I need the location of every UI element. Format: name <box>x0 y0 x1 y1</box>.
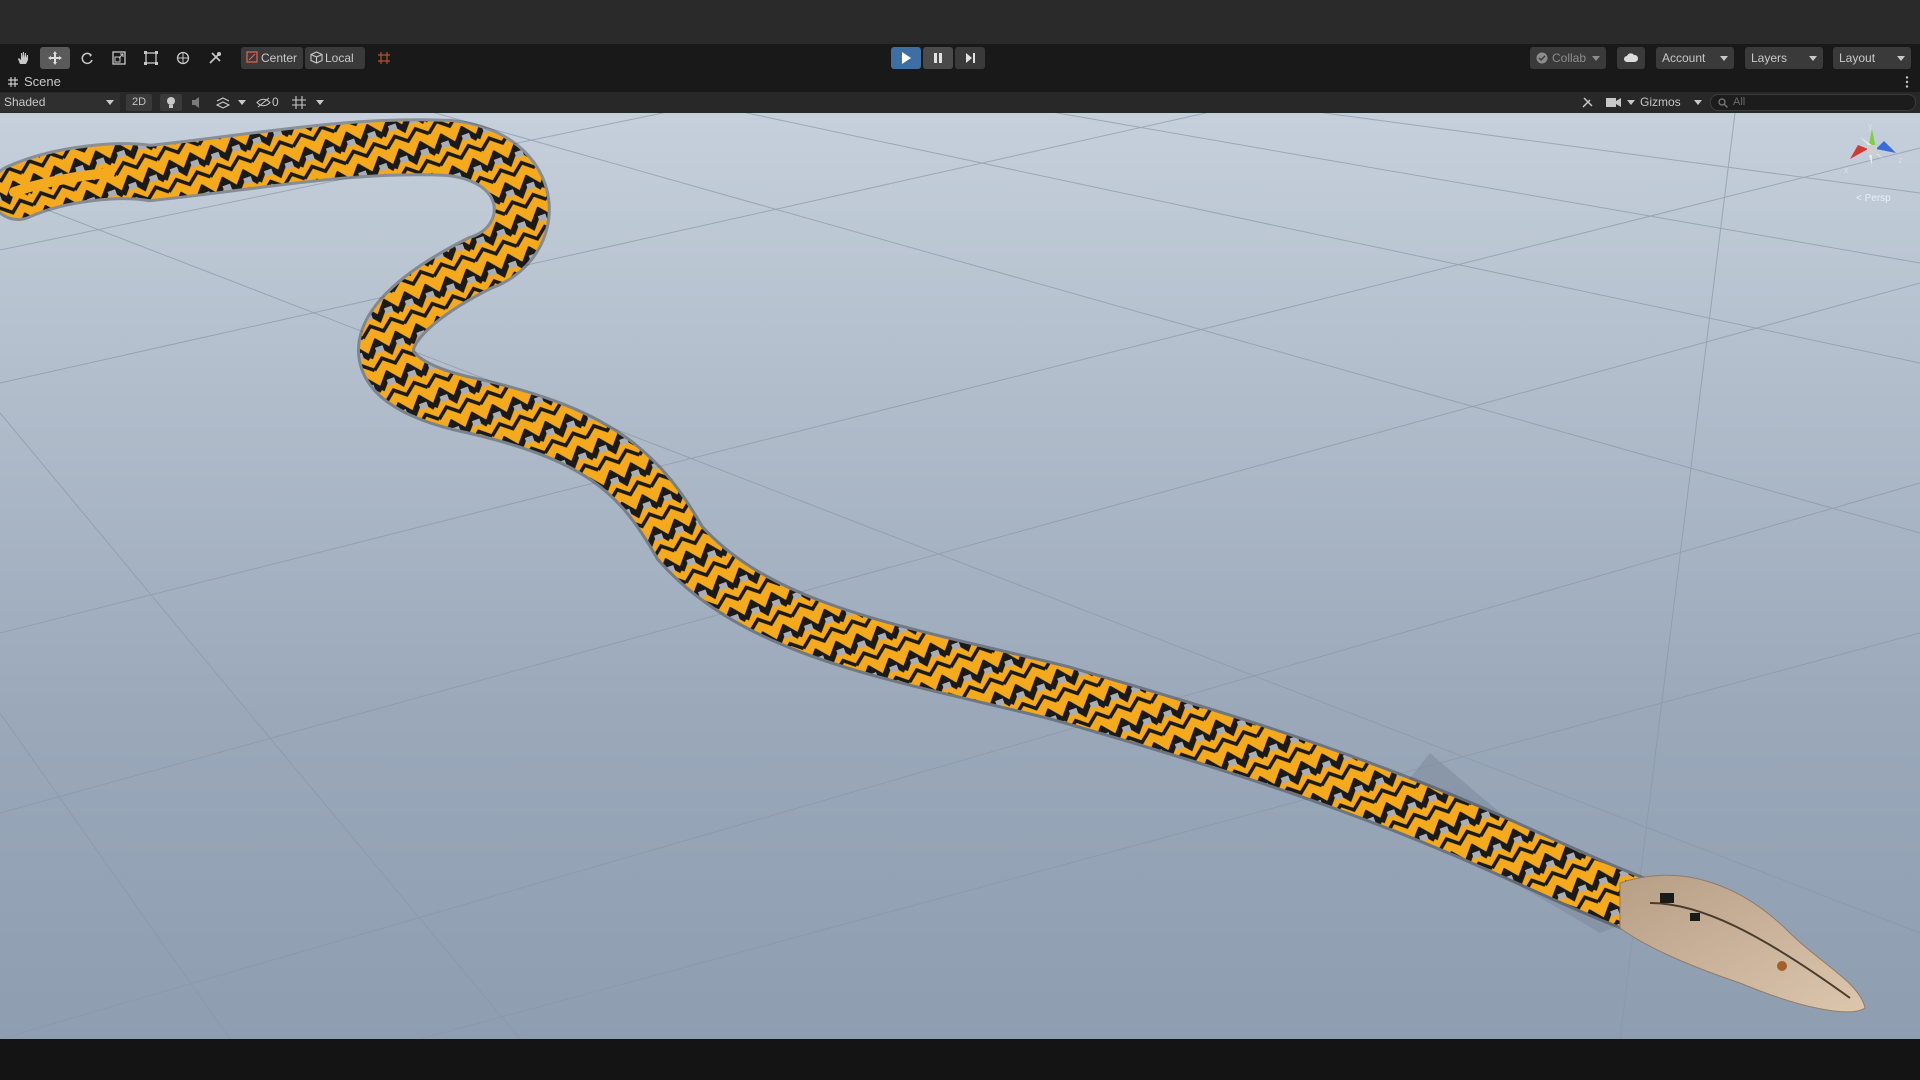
account-label: Account <box>1662 51 1706 65</box>
transform-icon <box>170 47 196 69</box>
scene-render[interactable] <box>0 113 1920 1039</box>
gizmo-z-label: z <box>1898 155 1903 165</box>
check-circle-icon <box>1536 52 1548 64</box>
pause-icon <box>923 47 953 69</box>
step-button[interactable] <box>955 47 985 69</box>
layout-label: Layout <box>1839 51 1876 65</box>
gizmos-dropdown[interactable]: Gizmos <box>1638 94 1704 111</box>
chevron-down-icon <box>1897 56 1905 61</box>
eye-slash-icon <box>256 97 271 108</box>
layout-dropdown[interactable]: Layout <box>1833 47 1911 69</box>
scene-tab-label: Scene <box>24 74 61 89</box>
gizmos-label: Gizmos <box>1640 95 1681 109</box>
window-title-bar <box>0 0 1920 44</box>
draw-mode-label: Shaded <box>4 95 46 109</box>
hash-icon <box>8 77 18 87</box>
chevron-down-icon <box>1694 100 1702 105</box>
scene-view-toolbar: Shaded 2D 0 Gizmos All <box>0 92 1920 114</box>
camera-dropdown[interactable] <box>1604 94 1636 111</box>
orientation-gizmo[interactable]: y x z < Persp <box>1838 113 1914 207</box>
main-toolbar: Center Local Collab Account Layers Layou… <box>0 44 1920 72</box>
grid-snap-button[interactable] <box>372 47 396 69</box>
play-button[interactable] <box>891 47 921 69</box>
hidden-objects-toggle[interactable]: 0 <box>254 94 286 111</box>
hand-tool-button[interactable] <box>10 47 36 69</box>
chevron-down-icon <box>1592 56 1600 61</box>
draw-mode-dropdown[interactable]: Shaded <box>0 93 120 112</box>
lightbulb-icon <box>167 97 175 108</box>
pivot-rotation-label: Local <box>325 51 354 65</box>
chevron-down-icon <box>238 100 246 105</box>
toggle-2d-label: 2D <box>131 96 147 108</box>
snake-head[interactable] <box>1619 874 1866 1013</box>
chevron-down-icon <box>316 100 324 105</box>
camera-icon <box>1606 98 1621 107</box>
play-icon <box>891 47 921 69</box>
rotate-tool-button[interactable] <box>74 47 100 69</box>
hidden-count: 0 <box>272 95 279 109</box>
pivot-rotation-button[interactable]: Local <box>305 47 365 69</box>
rect-icon <box>138 47 164 69</box>
persp-icon: < <box>1856 193 1862 204</box>
grid-dropdown[interactable] <box>290 94 326 111</box>
layers-dropdown[interactable]: Layers <box>1745 47 1823 69</box>
scene-search-input[interactable]: All <box>1710 94 1916 111</box>
account-dropdown[interactable]: Account <box>1656 47 1734 69</box>
transform-tool-button[interactable] <box>170 47 196 69</box>
cloud-icon <box>1617 47 1645 69</box>
move-icon <box>40 47 70 69</box>
chevron-down-icon <box>1720 56 1728 61</box>
scale-tool-button[interactable] <box>106 47 132 69</box>
move-tool-button[interactable] <box>40 47 70 69</box>
speaker-icon <box>192 97 199 108</box>
custom-tool-button[interactable] <box>202 47 228 69</box>
tab-scene[interactable]: Scene <box>6 72 61 92</box>
grid-snap-icon <box>372 47 396 69</box>
chevron-down-icon <box>1627 100 1635 105</box>
collab-dropdown[interactable]: Collab <box>1530 47 1606 69</box>
pivot-mode-button[interactable]: Center <box>241 47 303 69</box>
pivot-center-icon <box>246 51 258 63</box>
rotate-icon <box>74 47 100 69</box>
collab-label: Collab <box>1552 51 1587 65</box>
bottom-status-bar <box>0 1039 1920 1080</box>
tools-icon <box>1581 97 1593 108</box>
tools-icon <box>202 47 228 69</box>
chevron-down-icon <box>1809 56 1817 61</box>
effects-dropdown[interactable] <box>212 94 248 111</box>
pause-button[interactable] <box>923 47 953 69</box>
toggle-2d-button[interactable]: 2D <box>126 94 152 111</box>
scene-tab-bar: Scene <box>0 72 1920 92</box>
search-icon <box>1718 98 1728 108</box>
search-placeholder: All <box>1733 96 1746 108</box>
gizmo-x-label: x <box>1844 165 1849 175</box>
chevron-down-icon <box>106 100 114 105</box>
more-menu-icon[interactable] <box>1900 75 1914 89</box>
pivot-mode-label: Center <box>261 51 298 65</box>
scene-viewport[interactable]: y x z < Persp <box>0 113 1920 1039</box>
step-icon <box>955 47 985 69</box>
axis-gizmo-icon <box>1850 129 1896 165</box>
cloud-button[interactable] <box>1617 47 1645 69</box>
scene-tools-button[interactable] <box>1576 94 1598 111</box>
hand-icon <box>10 47 36 69</box>
view-mode-label[interactable]: < Persp <box>1856 193 1891 204</box>
cube-icon <box>310 51 323 64</box>
scale-icon <box>106 47 132 69</box>
rect-tool-button[interactable] <box>138 47 164 69</box>
lighting-toggle[interactable] <box>160 94 182 111</box>
effects-icon <box>216 97 230 109</box>
grid-icon <box>292 96 306 109</box>
gizmo-y-label: y <box>1868 121 1873 131</box>
snake-eye <box>1777 961 1787 971</box>
audio-toggle[interactable] <box>186 94 208 111</box>
layers-label: Layers <box>1751 51 1788 65</box>
